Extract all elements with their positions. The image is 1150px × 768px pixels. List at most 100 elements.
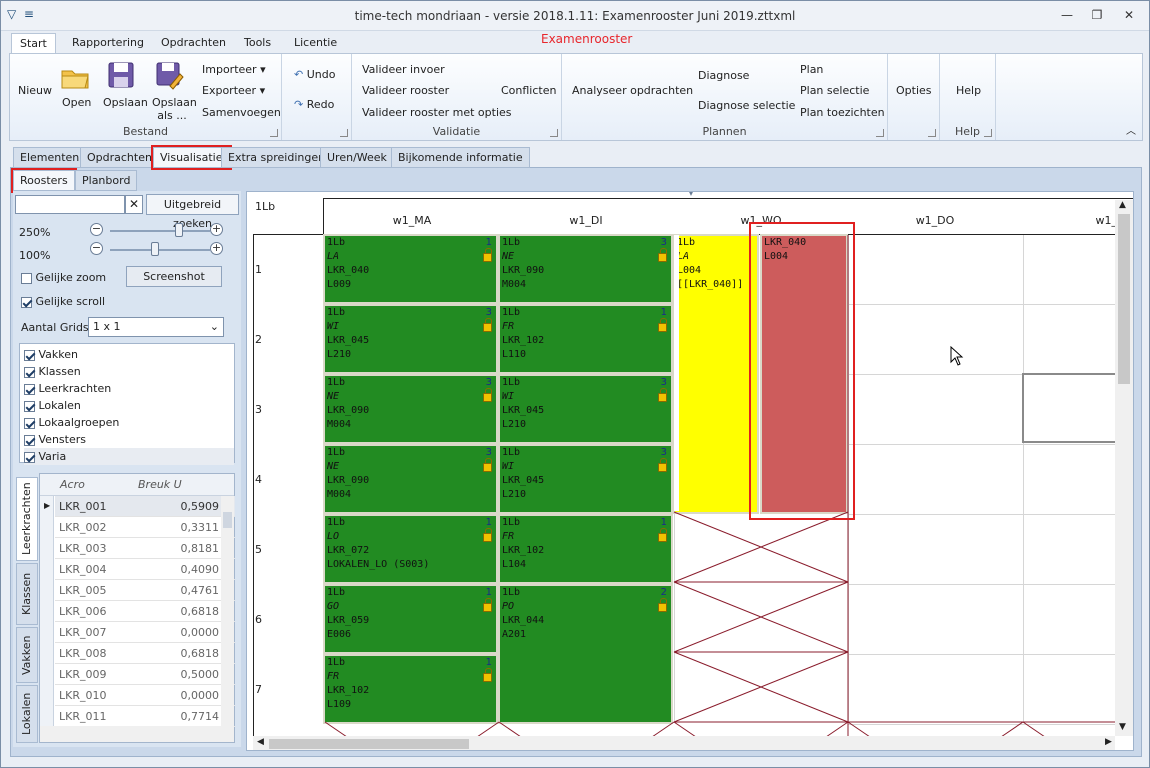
table-row[interactable]: LKR_009 0,5000 (55, 664, 235, 685)
launcher-icon[interactable] (984, 129, 992, 137)
left-panel: ✕ Uitgebreid zoeken 250% − + 100% − + Ge… (13, 191, 241, 747)
screenshot-button[interactable]: Screenshot (126, 266, 222, 287)
nieuw-button[interactable]: Nieuw (18, 84, 52, 97)
filter-item[interactable]: Klassen (24, 363, 234, 380)
tab-tools[interactable]: Tools (236, 33, 279, 55)
collapse-ribbon-icon[interactable]: ︿ (1126, 122, 1136, 137)
valideer-invoer-button[interactable]: Valideer invoer (362, 63, 445, 76)
minimize-icon[interactable]: — (1055, 6, 1079, 24)
tab-start[interactable]: Start (11, 33, 56, 55)
diagnose-selectie-button[interactable]: Diagnose selectie (698, 99, 795, 112)
table-row[interactable]: LKR_006 0,6818 (55, 601, 235, 622)
exporteer-button[interactable]: Exporteer ▾ (202, 84, 265, 97)
launcher-icon[interactable] (876, 129, 884, 137)
vtab-klassen[interactable]: Klassen (16, 563, 38, 625)
samenvoegen-button[interactable]: Samenvoegen (202, 106, 281, 119)
aantal-grids-select[interactable]: 1 x 1 ⌄ (88, 317, 224, 337)
unavailable-cross-pattern (324, 235, 1117, 738)
plan-toezichten-button[interactable]: Plan toezichten (800, 106, 885, 119)
vtab-lokalen[interactable]: Lokalen (16, 685, 38, 743)
tab-extra-spreidingen[interactable]: Extra spreidingen (221, 147, 333, 168)
table-row[interactable]: LKR_007 0,0000 (55, 622, 235, 643)
opties-button[interactable]: Opties (896, 84, 932, 97)
launcher-icon[interactable] (340, 129, 348, 137)
tab-elementen[interactable]: Elementen (13, 147, 87, 168)
zoom-slider-1[interactable] (110, 230, 210, 232)
valideer-rooster-button[interactable]: Valideer rooster (362, 84, 449, 97)
undo-button[interactable]: ↶ Undo (294, 68, 335, 81)
close-icon[interactable]: ✕ (1117, 6, 1141, 24)
zoom-slider-1-knob[interactable] (175, 223, 183, 237)
zoom-label-1: 250% (19, 226, 51, 239)
scroll-up-icon[interactable]: ▲ (1119, 200, 1126, 210)
table-header-acro[interactable]: Acro (60, 478, 85, 491)
redo-button[interactable]: ↷ Redo (294, 98, 334, 111)
opslaan-als-button[interactable]: Opslaan als ... (152, 96, 197, 122)
table-row[interactable]: LKR_005 0,4761 (55, 580, 235, 601)
filter-item[interactable]: Lokaalgroepen (24, 414, 234, 431)
help-button[interactable]: Help (956, 84, 981, 97)
zoom-out-icon[interactable]: − (90, 242, 103, 255)
launcher-icon[interactable] (928, 129, 936, 137)
table-hscrollbar[interactable] (40, 726, 234, 742)
table-row[interactable]: LKR_004 0,4090 (55, 559, 235, 580)
gelijke-scroll-checkbox[interactable]: Gelijke scroll (21, 295, 105, 308)
restore-icon[interactable]: ❐ (1085, 6, 1109, 24)
zoom-in-icon[interactable]: + (210, 242, 223, 255)
zoom-slider-2-knob[interactable] (151, 242, 159, 256)
uitgebreid-zoeken-button[interactable]: Uitgebreid zoeken (146, 194, 239, 230)
tab-planbord[interactable]: Planbord (75, 170, 138, 191)
zoom-in-icon[interactable]: + (210, 223, 223, 236)
tab-uren-week[interactable]: Uren/Week (320, 147, 394, 168)
plan-selectie-button[interactable]: Plan selectie (800, 84, 869, 97)
table-row[interactable]: LKR_008 0,6818 (55, 643, 235, 664)
filter-item[interactable]: Lokalen (24, 397, 234, 414)
table-row[interactable]: LKR_003 0,8181 (55, 538, 235, 559)
filter-item[interactable]: Leerkrachten (24, 380, 234, 397)
grid-hscrollbar-thumb[interactable] (269, 739, 469, 749)
launcher-icon[interactable] (550, 129, 558, 137)
opslaan-button[interactable]: Opslaan (103, 96, 148, 109)
table-row[interactable]: LKR_010 0,0000 (55, 685, 235, 706)
aantal-grids-label: Aantal Grids (21, 321, 89, 334)
tab-rapportering[interactable]: Rapportering (64, 33, 152, 55)
tab-bijkomende-informatie[interactable]: Bijkomende informatie (391, 147, 530, 168)
filter-item[interactable]: Vakken (24, 346, 234, 363)
table-row[interactable]: LKR_002 0,3311 (55, 517, 235, 538)
diagnose-button[interactable]: Diagnose (698, 69, 749, 82)
tab-opdrachten[interactable]: Opdrachten (153, 33, 234, 55)
valideer-opties-button[interactable]: Valideer rooster met opties (362, 106, 512, 119)
gelijke-zoom-checkbox[interactable]: Gelijke zoom (21, 271, 106, 284)
tab-visualisatie[interactable]: Visualisatie (151, 145, 232, 170)
table-row[interactable]: LKR_001 0,5909 (55, 496, 235, 517)
filter-item[interactable]: Vensters (24, 431, 234, 448)
analyseer-button[interactable]: Analyseer opdrachten (572, 84, 693, 97)
filter-item[interactable]: Varia (24, 448, 234, 465)
open-button[interactable]: Open (62, 96, 91, 109)
table-scrollbar[interactable] (221, 496, 234, 726)
table-row[interactable]: LKR_011 0,7714 (55, 706, 235, 727)
tab-licentie[interactable]: Licentie (286, 33, 345, 55)
importeer-button[interactable]: Importeer ▾ (202, 63, 266, 76)
grid-vscrollbar-thumb[interactable] (1118, 214, 1130, 384)
app-window: ▽ ≡ time-tech mondriaan - versie 2018.1.… (0, 0, 1150, 768)
scroll-down-icon[interactable]: ▼ (1119, 722, 1126, 732)
table-header-breuk[interactable]: Breuk U (138, 478, 182, 491)
zoom-slider-2[interactable] (110, 249, 210, 251)
search-input[interactable] (15, 195, 125, 214)
scroll-right-icon[interactable]: ▶ (1105, 737, 1112, 747)
vtab-vakken[interactable]: Vakken (16, 627, 38, 683)
plan-button[interactable]: Plan (800, 63, 823, 76)
zoom-out-icon[interactable]: − (90, 223, 103, 236)
group-bestand: Nieuw Open Opslaan Opslaan als ... Impor… (10, 54, 282, 140)
undo-icon: ↶ (294, 68, 304, 81)
conflicten-button[interactable]: Conflicten (501, 84, 556, 97)
clear-icon[interactable]: ✕ (125, 195, 143, 214)
tab-roosters[interactable]: Roosters (11, 168, 77, 193)
tab-opdrachten-doc[interactable]: Opdrachten (80, 147, 159, 168)
vtab-leerkrachten[interactable]: Leerkrachten (16, 477, 38, 561)
launcher-icon[interactable] (270, 129, 278, 137)
scroll-left-icon[interactable]: ◀ (257, 737, 264, 747)
window-title: time-tech mondriaan - versie 2018.1.11: … (354, 9, 796, 23)
table-scrollbar-thumb[interactable] (223, 512, 232, 528)
